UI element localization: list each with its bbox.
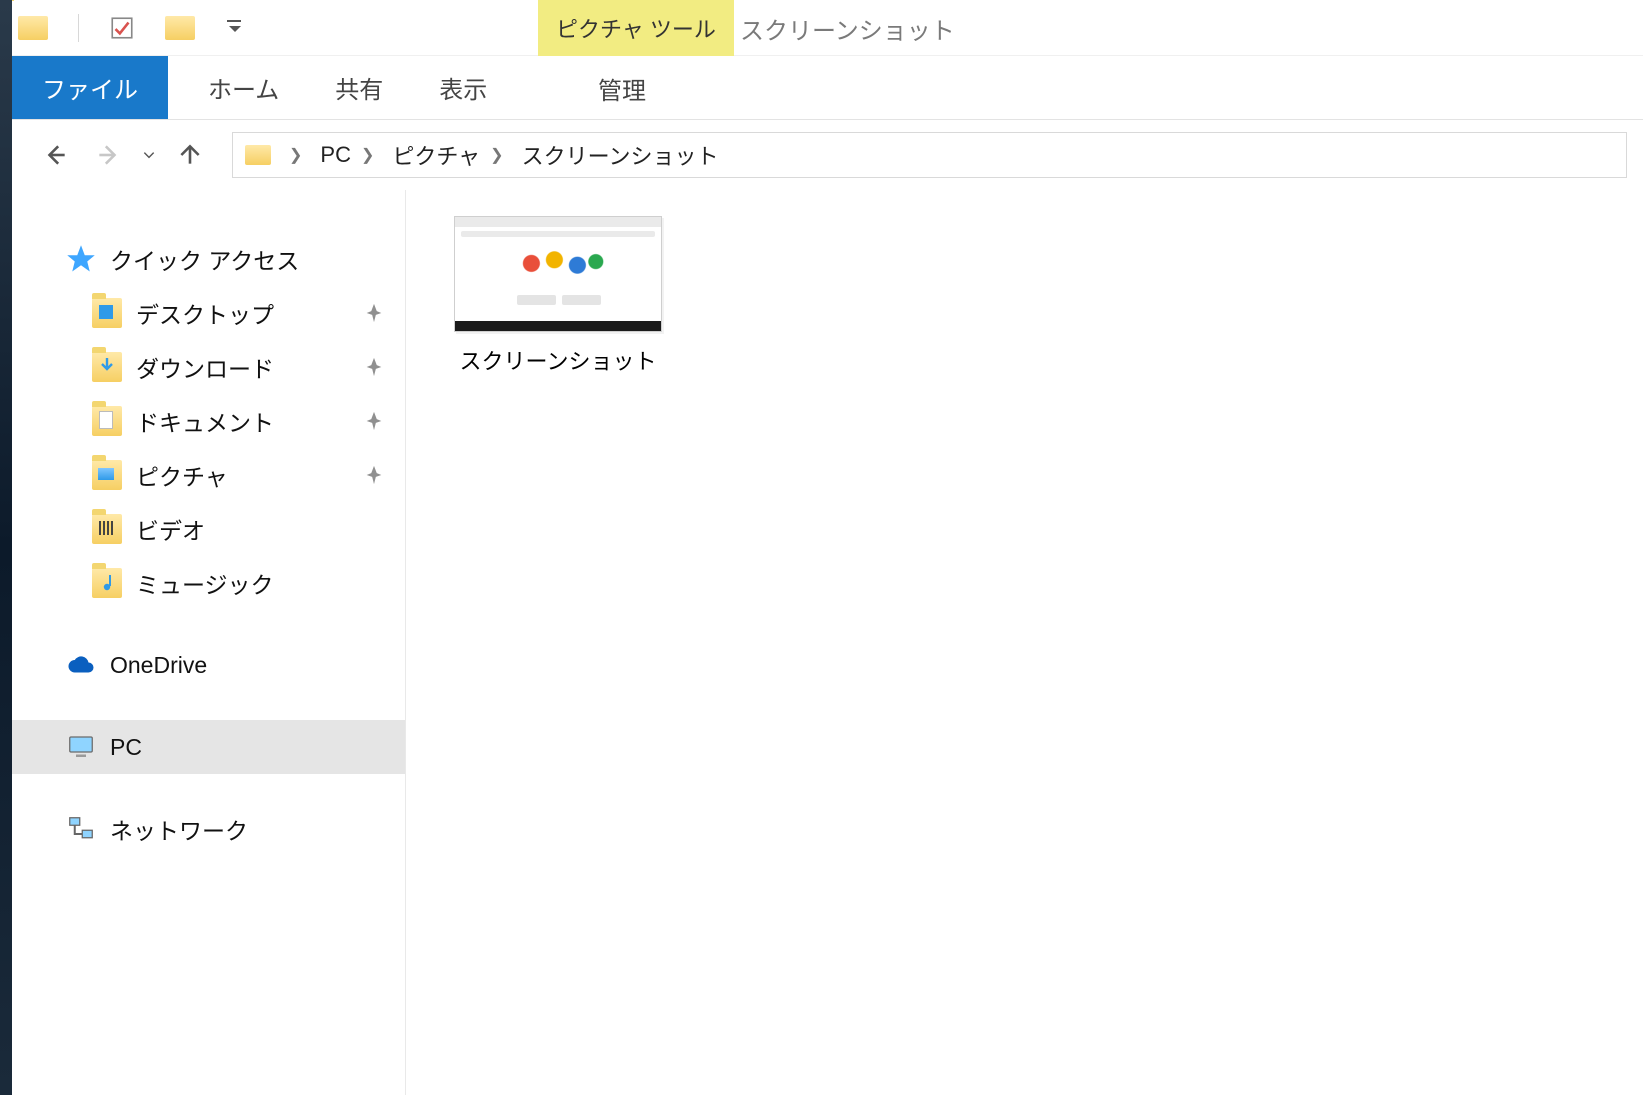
- tab-share[interactable]: 共有: [307, 56, 411, 119]
- tab-share-label: 共有: [335, 70, 383, 105]
- network-icon: [66, 814, 96, 844]
- folder-icon: [92, 460, 122, 490]
- cloud-icon: [66, 650, 96, 680]
- contextual-tab-header: ピクチャ ツール: [538, 0, 734, 56]
- sidebar-item-label: クイック アクセス: [110, 242, 299, 276]
- file-item[interactable]: スクリーンショット: [448, 216, 668, 376]
- tab-home-label: ホーム: [208, 70, 279, 105]
- ribbon-tabs: ファイル ホーム 共有 表示 管理: [0, 56, 1643, 120]
- breadcrumb-screenshots-label: スクリーンショット: [522, 139, 719, 171]
- address-bar[interactable]: ❯ PC❯ ピクチャ❯ スクリーンショット: [232, 132, 1627, 178]
- folder-icon: [92, 352, 122, 382]
- back-button[interactable]: [34, 133, 78, 177]
- thumbnail-screenshot: [454, 216, 662, 332]
- content-pane[interactable]: スクリーンショット: [406, 190, 1643, 1095]
- desktop-background-sliver: [0, 0, 12, 1095]
- sidebar-item-label: ダウンロード: [136, 350, 274, 384]
- navigation-pane: クイック アクセス デスクトップ ダウンロード ドキュメント ピクチャ: [12, 190, 406, 1095]
- sidebar-item-music[interactable]: ミュージック: [12, 556, 405, 610]
- folder-icon: [92, 568, 122, 598]
- sidebar-item-label: デスクトップ: [136, 296, 274, 330]
- sidebar-item-label: ネットワーク: [110, 812, 248, 846]
- recent-locations-dropdown[interactable]: [138, 148, 160, 162]
- divider: [78, 14, 79, 42]
- folder-icon: [92, 406, 122, 436]
- explorer-window: ピクチャ ツール スクリーンショット ファイル ホーム 共有 表示 管理 ❯ P…: [0, 0, 1643, 1095]
- body: クイック アクセス デスクトップ ダウンロード ドキュメント ピクチャ: [0, 190, 1643, 1095]
- breadcrumb-pc[interactable]: PC❯: [314, 142, 386, 168]
- sidebar-item-label: PC: [110, 734, 142, 761]
- tab-home[interactable]: ホーム: [180, 56, 307, 119]
- properties-icon[interactable]: [109, 15, 135, 41]
- contextual-tab-label: ピクチャ ツール: [556, 12, 716, 44]
- pin-icon: [363, 302, 385, 324]
- sidebar-item-label: ピクチャ: [136, 458, 228, 492]
- quick-access-icon: [66, 244, 96, 274]
- sidebar-item-pc[interactable]: PC: [12, 720, 405, 774]
- file-name-label: スクリーンショット: [448, 344, 668, 376]
- sidebar-item-label: OneDrive: [110, 652, 207, 679]
- folder-icon: [92, 514, 122, 544]
- sidebar-item-documents[interactable]: ドキュメント: [12, 394, 405, 448]
- sidebar-item-network[interactable]: ネットワーク: [12, 802, 405, 856]
- new-folder-icon[interactable]: [165, 16, 195, 40]
- sidebar-item-label: ビデオ: [136, 512, 205, 546]
- breadcrumb-sep[interactable]: ❯: [277, 145, 314, 165]
- sidebar-item-onedrive[interactable]: OneDrive: [12, 638, 405, 692]
- tab-manage[interactable]: 管理: [552, 56, 692, 120]
- tab-file[interactable]: ファイル: [12, 56, 168, 119]
- breadcrumb-pictures[interactable]: ピクチャ❯: [386, 139, 515, 171]
- window-title-text: スクリーンショット: [740, 11, 955, 46]
- navigation-bar: ❯ PC❯ ピクチャ❯ スクリーンショット: [0, 120, 1643, 190]
- sidebar-item-downloads[interactable]: ダウンロード: [12, 340, 405, 394]
- tab-manage-label: 管理: [598, 71, 646, 106]
- folder-icon: [245, 145, 271, 165]
- sidebar-item-label: ミュージック: [136, 566, 274, 600]
- qat-customize-dropdown[interactable]: [225, 20, 245, 36]
- up-button[interactable]: [168, 133, 212, 177]
- breadcrumb-screenshots[interactable]: スクリーンショット: [516, 139, 725, 171]
- window-title: スクリーンショット: [740, 0, 955, 56]
- pin-icon: [363, 356, 385, 378]
- sidebar-item-desktop[interactable]: デスクトップ: [12, 286, 405, 340]
- sidebar-item-quick-access[interactable]: クイック アクセス: [12, 232, 405, 286]
- breadcrumb-pictures-label: ピクチャ: [392, 139, 480, 171]
- pin-icon: [363, 410, 385, 432]
- quick-access-toolbar: [18, 14, 245, 42]
- tab-file-label: ファイル: [42, 70, 138, 105]
- tab-view-label: 表示: [439, 70, 487, 105]
- pin-icon: [363, 464, 385, 486]
- folder-icon: [92, 298, 122, 328]
- tab-view[interactable]: 表示: [411, 56, 515, 119]
- forward-button[interactable]: [86, 133, 130, 177]
- sidebar-item-label: ドキュメント: [136, 404, 274, 438]
- title-bar: ピクチャ ツール スクリーンショット: [0, 0, 1643, 56]
- sidebar-item-pictures[interactable]: ピクチャ: [12, 448, 405, 502]
- pc-icon: [66, 732, 96, 762]
- sidebar-item-videos[interactable]: ビデオ: [12, 502, 405, 556]
- folder-icon[interactable]: [18, 16, 48, 40]
- breadcrumb-pc-label: PC: [320, 142, 351, 168]
